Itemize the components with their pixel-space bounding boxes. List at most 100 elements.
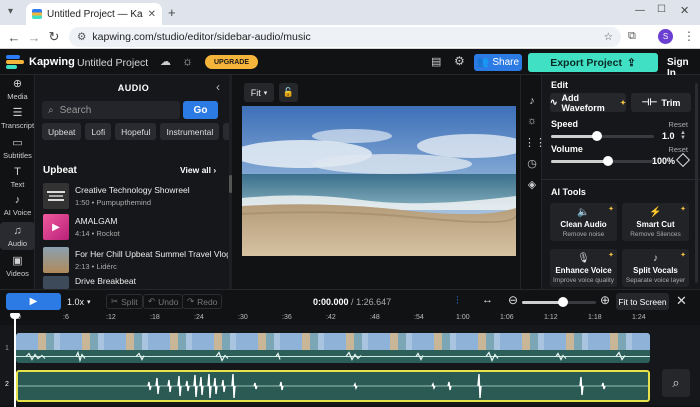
list-item[interactable]: For Her Chill Upbeat Summel Travel Vlog … xyxy=(43,245,228,275)
volume-value[interactable]: 100% xyxy=(652,156,675,166)
zoom-out-icon[interactable]: ⊖ xyxy=(508,293,518,307)
rail-label: Media xyxy=(7,92,28,101)
chip-hopeful[interactable]: Hopeful xyxy=(115,123,157,140)
split-button[interactable]: ✂ Split xyxy=(106,294,143,309)
extensions-icon[interactable]: ⧉ xyxy=(628,30,636,43)
fit-dropdown[interactable]: Fit ▾ xyxy=(244,83,274,102)
zoom-search-icon[interactable]: ⌕ xyxy=(662,369,690,397)
url-field[interactable]: ⚙ kapwing.com/studio/editor/sidebar-audi… xyxy=(69,27,621,47)
lightning-icon: ⚡ xyxy=(649,206,662,218)
chip-lofi[interactable]: Lofi xyxy=(85,123,112,140)
trim-button[interactable]: ⊣⊢ Trim xyxy=(631,93,691,112)
rail-item-audio[interactable]: ♫ Audio xyxy=(0,222,35,250)
chip-upbeat[interactable]: Upbeat xyxy=(42,123,82,140)
timer-icon[interactable]: ◷ xyxy=(524,157,540,171)
rail-label: Text xyxy=(10,180,25,189)
tab-list-icon[interactable]: ▾ xyxy=(8,6,20,18)
audio-panel: AUDIO ‹ ⌕ Search Go Upbeat Lofi Hopeful … xyxy=(35,75,241,289)
fit-width-icon[interactable]: ↔ xyxy=(482,294,493,306)
chevron-down-icon: ▾ xyxy=(87,298,91,306)
split-label: Split xyxy=(121,296,138,307)
speed-slider[interactable] xyxy=(551,131,654,141)
site-info-icon[interactable]: ⚙ xyxy=(77,31,86,43)
enhance-voice-card[interactable]: ✦ 🎙 Enhance Voice Improve voice quality xyxy=(550,249,617,287)
clean-audio-card[interactable]: ✦ 🔈 Clean Audio Remove noise xyxy=(550,203,617,241)
browser-menu-icon[interactable]: ⋮ xyxy=(683,29,695,43)
sparkle-icon: ✦ xyxy=(620,99,626,107)
ai-tool-sub: Improve voice quality xyxy=(552,276,615,284)
browser-tab[interactable]: Untitled Project — Kapwing ✕ xyxy=(26,3,162,25)
new-tab-icon[interactable]: + xyxy=(168,5,176,20)
close-tab-icon[interactable]: ✕ xyxy=(148,9,156,20)
unlock-icon[interactable]: 🔓 xyxy=(279,83,298,102)
undo-button[interactable]: ↶ Undo xyxy=(143,294,184,309)
volume-reset-link[interactable]: Reset xyxy=(668,145,688,154)
playhead[interactable] xyxy=(10,313,20,407)
rail-label: Subtitles xyxy=(3,151,32,160)
smart-cut-card[interactable]: ✦ ⚡ Smart Cut Remove Silences xyxy=(622,203,689,241)
rail-label: Videos xyxy=(6,269,29,278)
close-timeline-icon[interactable]: ✕ xyxy=(676,293,687,309)
edit-panel-scrollbar[interactable] xyxy=(695,83,698,283)
adjust-icon[interactable]: ☼ xyxy=(524,115,540,129)
video-clip[interactable] xyxy=(16,333,650,363)
share-icon: 👥 xyxy=(476,57,490,68)
keyframe-diamond-icon[interactable] xyxy=(675,152,691,168)
speed-value[interactable]: 1.0 xyxy=(662,131,675,141)
redo-button[interactable]: ↷ Redo xyxy=(182,294,223,309)
share-button[interactable]: 👥 Share xyxy=(474,54,522,71)
add-waveform-button[interactable]: ∿ Add Waveform ✦ xyxy=(550,93,626,113)
zoom-in-icon[interactable]: ⊕ xyxy=(600,293,610,307)
rail-item-videos[interactable]: ▣ Videos xyxy=(0,255,35,278)
speed-slider-knob[interactable] xyxy=(592,131,603,141)
lightbulb-icon[interactable]: ☼ xyxy=(182,54,193,68)
back-icon[interactable]: ← xyxy=(6,29,22,45)
profile-avatar[interactable]: S xyxy=(658,29,673,44)
rail-item-ai-voice[interactable]: ♪ AI Voice xyxy=(0,194,35,217)
track-name: For Her Chill Upbeat Summel Travel Vlog … xyxy=(75,249,228,259)
rail-item-media[interactable]: ⊕ Media xyxy=(0,78,35,101)
volume-slider-knob[interactable] xyxy=(602,156,613,166)
rail-item-transcript[interactable]: ☰ Transcript xyxy=(0,107,35,130)
rail-item-subtitles[interactable]: ▭ Subtitles xyxy=(0,137,35,160)
window-close-icon[interactable]: ✕ xyxy=(680,4,689,17)
playback-speed-dropdown[interactable]: 1.0x ▾ xyxy=(67,294,91,309)
go-button[interactable]: Go xyxy=(183,101,218,119)
export-project-button[interactable]: Export Project ⇪ xyxy=(528,53,658,72)
upgrade-button[interactable]: UPGRADE xyxy=(205,55,258,69)
snap-icon[interactable]: ⫶ xyxy=(456,295,459,308)
minimize-icon[interactable]: — xyxy=(635,5,645,16)
project-name[interactable]: Untitled Project xyxy=(77,57,148,69)
chip-instrumental[interactable]: Instrumental xyxy=(160,123,220,140)
split-vocals-card[interactable]: ✦ ♪ Split Vocals Separate voice layer xyxy=(622,249,689,287)
bookmark-star-icon[interactable]: ☆ xyxy=(604,31,613,43)
comments-icon[interactable]: ▤ xyxy=(431,55,441,68)
layers-icon[interactable]: ◈ xyxy=(524,178,540,192)
search-input[interactable]: ⌕ Search xyxy=(42,101,180,119)
reload-icon[interactable]: ↻ xyxy=(46,29,62,45)
play-button[interactable]: ▶ xyxy=(6,293,61,310)
kapwing-logo[interactable]: Kapwing xyxy=(6,55,75,69)
zoom-slider[interactable] xyxy=(522,297,596,307)
settings-gear-icon[interactable]: ⚙ xyxy=(454,54,465,68)
tick-label: :18 xyxy=(150,314,160,321)
maximize-icon[interactable]: ☐ xyxy=(657,4,666,15)
fit-to-screen-button[interactable]: Fit to Screen xyxy=(616,293,669,310)
view-all-link[interactable]: View all › xyxy=(180,165,216,175)
scissors-icon: ✂ xyxy=(111,296,119,306)
audio-note-icon[interactable]: ♪ xyxy=(524,95,540,109)
speed-stepper-icon[interactable]: ▲ ▼ xyxy=(680,130,686,141)
timeline-ruler: 0 :6 :12 :18 :24 :30 :36 :42 :48 :54 1:0… xyxy=(0,313,700,325)
kapwing-logo-icon xyxy=(6,55,24,69)
rail-item-text[interactable]: T Text xyxy=(0,166,35,189)
list-item[interactable]: ▶ AMALGAM 4:14 • Rockot xyxy=(43,212,228,242)
volume-slider[interactable] xyxy=(551,156,654,166)
zoom-slider-knob[interactable] xyxy=(557,297,568,307)
speed-reset-link[interactable]: Reset xyxy=(668,120,688,129)
forward-icon[interactable]: → xyxy=(26,29,42,45)
equalizer-icon[interactable]: ⋮⋮ xyxy=(524,136,546,150)
collapse-panel-icon[interactable]: ‹ xyxy=(216,80,220,94)
list-item[interactable]: Creative Technology Showreel 1:50 • Pumpu… xyxy=(43,181,228,211)
video-preview[interactable] xyxy=(242,106,516,256)
audio-clip-selected[interactable] xyxy=(16,370,650,402)
